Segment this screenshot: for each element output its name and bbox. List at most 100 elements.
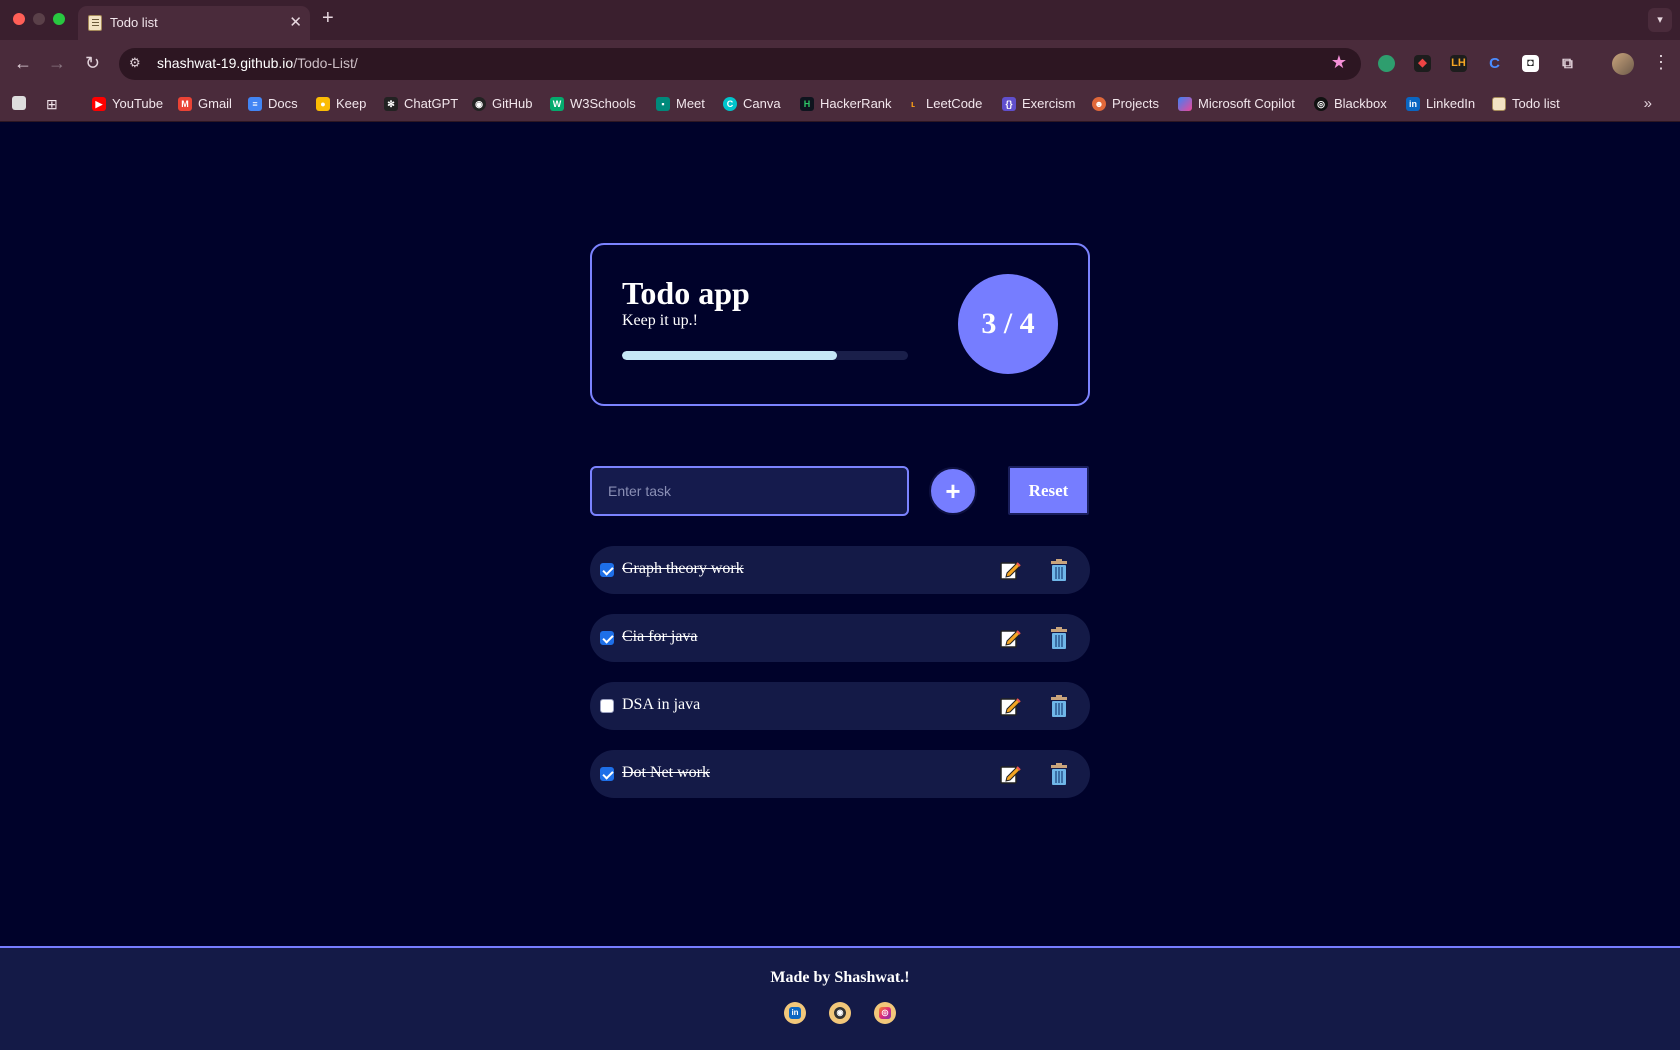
github-icon[interactable]: ◉ xyxy=(829,1002,851,1024)
bookmarks-overflow-icon[interactable]: » xyxy=(1644,95,1652,112)
bookmark-github[interactable]: ◉ GitHub xyxy=(472,96,532,111)
bookmark-docs[interactable]: ≡ Docs xyxy=(248,96,298,111)
task-text: Cia for java xyxy=(622,628,698,645)
bookmark-label: LinkedIn xyxy=(1426,96,1476,111)
bookmark-gmail[interactable]: M Gmail xyxy=(178,96,232,111)
footer: Made by Shashwat.! in ◉ ◎ xyxy=(0,946,1680,1050)
bookmark-blackbox[interactable]: ◎ Blackbox xyxy=(1314,96,1387,111)
site-settings-icon[interactable]: ⚙ xyxy=(129,55,141,71)
linkedin-icon[interactable]: in xyxy=(784,1002,806,1024)
browser-menu-icon[interactable]: ⋮ xyxy=(1652,52,1670,73)
task-checkbox[interactable] xyxy=(600,699,614,713)
tab-search-chevron-icon[interactable]: ▾ xyxy=(1648,8,1672,32)
edit-icon[interactable] xyxy=(999,695,1021,717)
close-window-button[interactable] xyxy=(13,13,25,25)
bookmark-leetcode[interactable]: ʟ LeetCode xyxy=(906,96,982,111)
bookmark-label: Canva xyxy=(743,96,781,111)
bookmark-label: Exercism xyxy=(1022,96,1076,111)
leetcode-icon: ʟ xyxy=(910,98,916,109)
meet-icon: ▪ xyxy=(656,96,670,111)
url-path: /Todo-List/ xyxy=(293,55,358,71)
extension-icon[interactable]: ◆ xyxy=(1414,55,1431,72)
task-item: Cia for java xyxy=(590,614,1090,662)
bookmark-star-icon[interactable]: ★ xyxy=(1331,52,1347,73)
apps-grid-icon[interactable]: ⊞ xyxy=(46,96,58,113)
task-item: Dot Net work xyxy=(590,750,1090,798)
blackbox-icon: ◎ xyxy=(1314,96,1328,111)
bookmark-todo-list[interactable]: Todo list xyxy=(1492,96,1560,111)
extension-icon[interactable]: ◘ xyxy=(1522,55,1539,72)
bookmark-meet[interactable]: ▪ Meet xyxy=(656,96,705,111)
bookmark-label: HackerRank xyxy=(820,96,892,111)
instagram-icon[interactable]: ◎ xyxy=(874,1002,896,1024)
bookmarks-bar: ⊞ ▶ YouTube M Gmail ≡ Docs ● Keep ✻ ChatGPT ◉… xyxy=(0,88,1680,122)
gmail-icon: M xyxy=(178,96,192,111)
task-item: DSA in java xyxy=(590,682,1090,730)
trash-icon[interactable] xyxy=(1048,626,1070,650)
hackerrank-icon: H xyxy=(800,96,814,111)
reset-button[interactable]: Reset xyxy=(1008,466,1089,515)
bookmark-label: W3Schools xyxy=(570,96,636,111)
bookmark-label: Meet xyxy=(676,96,705,111)
browser-tab-strip: Todo list ✕ + ▾ xyxy=(0,0,1680,40)
lighthouse-extension-icon[interactable]: LH xyxy=(1450,55,1467,72)
sidebar-toggle-icon[interactable] xyxy=(12,96,26,110)
maximize-window-button[interactable] xyxy=(53,13,65,25)
bookmark-chatgpt[interactable]: ✻ ChatGPT xyxy=(384,96,458,111)
back-arrow-icon[interactable]: ← xyxy=(14,53,32,74)
keep-icon: ● xyxy=(316,96,330,111)
canva-icon: C xyxy=(723,96,737,111)
bookmark-label: YouTube xyxy=(112,96,164,111)
bookmark-hackerrank[interactable]: H HackerRank xyxy=(800,96,892,111)
bookmark-w3schools[interactable]: W W3Schools xyxy=(550,96,636,111)
bookmark-linkedin[interactable]: in LinkedIn xyxy=(1406,96,1475,111)
reload-icon[interactable]: ↻ xyxy=(85,53,100,74)
c-extension-icon[interactable]: C xyxy=(1486,55,1503,72)
bookmark-projects[interactable]: ☻ Projects xyxy=(1092,96,1159,111)
minimize-window-button[interactable] xyxy=(33,13,45,25)
bookmark-label: ChatGPT xyxy=(404,96,459,111)
trash-icon[interactable] xyxy=(1048,558,1070,582)
trash-icon[interactable] xyxy=(1048,762,1070,786)
edit-icon[interactable] xyxy=(999,763,1021,785)
task-input[interactable] xyxy=(590,466,909,516)
w3schools-icon: W xyxy=(550,96,564,111)
chatgpt-icon: ✻ xyxy=(384,96,398,111)
progress-card: Todo app Keep it up.! 3 / 4 xyxy=(590,243,1090,406)
bookmark-label: Projects xyxy=(1112,96,1159,111)
edit-icon[interactable] xyxy=(999,559,1021,581)
extensions-puzzle-icon[interactable]: ⧉ xyxy=(1559,55,1576,72)
bookmark-keep[interactable]: ● Keep xyxy=(316,96,366,111)
browser-tab[interactable]: Todo list ✕ xyxy=(78,6,310,40)
tab-title: Todo list xyxy=(110,15,158,30)
edit-icon[interactable] xyxy=(999,627,1021,649)
chatgpt-extension-icon[interactable] xyxy=(1378,55,1395,72)
task-item: Graph theory work xyxy=(590,546,1090,594)
profile-avatar[interactable] xyxy=(1612,53,1634,75)
github-icon: ◉ xyxy=(472,96,486,111)
task-checkbox[interactable] xyxy=(600,767,614,781)
add-task-button[interactable]: + xyxy=(929,467,977,515)
task-checkbox[interactable] xyxy=(600,563,614,577)
url-host: shashwat-19.github.io xyxy=(157,55,294,71)
page-title: Todo app xyxy=(622,275,750,311)
bookmark-label: Blackbox xyxy=(1334,96,1387,111)
task-checkbox[interactable] xyxy=(600,631,614,645)
forward-arrow-icon[interactable]: → xyxy=(48,53,66,74)
bookmark-microsoft-copilot[interactable]: Microsoft Copilot xyxy=(1178,96,1295,111)
docs-icon: ≡ xyxy=(248,96,262,111)
task-text: DSA in java xyxy=(622,696,701,713)
todo-favicon-icon xyxy=(1492,96,1506,111)
youtube-icon: ▶ xyxy=(92,96,106,111)
trash-icon[interactable] xyxy=(1048,694,1070,718)
task-count-badge: 3 / 4 xyxy=(958,274,1058,374)
address-bar[interactable]: ⚙ shashwat-19.github.io/Todo-List/ ★ xyxy=(119,48,1361,80)
tab-close-icon[interactable]: ✕ xyxy=(289,13,302,31)
bookmark-canva[interactable]: C Canva xyxy=(723,96,781,111)
bookmark-youtube[interactable]: ▶ YouTube xyxy=(92,96,163,111)
page-subtitle: Keep it up.! xyxy=(622,312,698,329)
bookmark-exercism[interactable]: {} Exercism xyxy=(1002,96,1075,111)
new-tab-button[interactable]: + xyxy=(322,7,334,30)
progress-bar-fill xyxy=(622,351,837,360)
url-text[interactable]: shashwat-19.github.io/Todo-List/ xyxy=(157,55,358,71)
